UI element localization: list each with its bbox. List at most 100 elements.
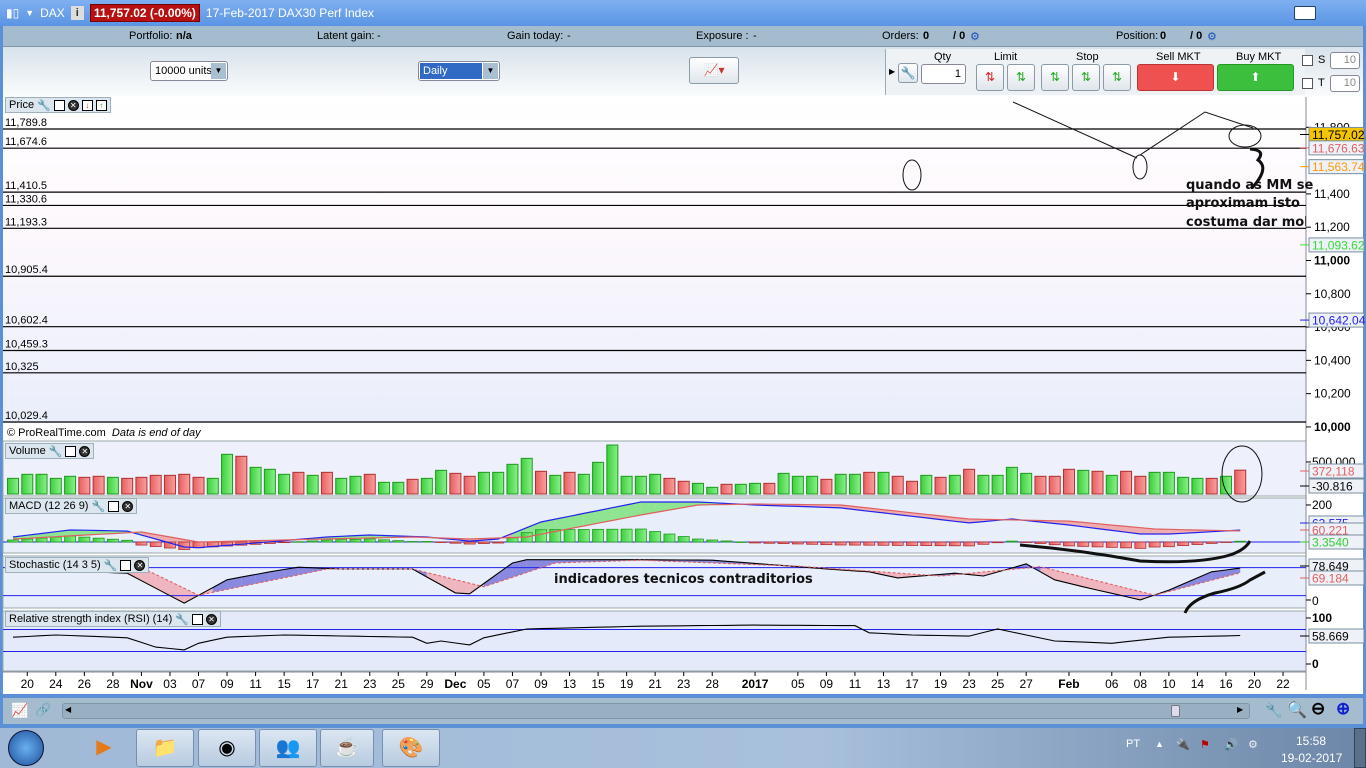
macd-histogram-bar xyxy=(877,541,890,546)
stop-button-3[interactable]: ⇅ xyxy=(1103,64,1131,91)
s-input[interactable]: 10 xyxy=(1330,52,1360,69)
language-indicator[interactable]: PT xyxy=(1126,738,1140,750)
show-desktop-button[interactable] xyxy=(1354,728,1366,768)
close-icon[interactable]: ✕ xyxy=(134,559,146,571)
rsi-panel-title: Relative strength index (RSI) (14) xyxy=(9,613,173,625)
wrench-settings-button[interactable]: 🔧 xyxy=(898,63,918,83)
price-level-label: 10,602.4 xyxy=(5,315,48,327)
wrench-icon[interactable]: 🔧 xyxy=(37,99,51,112)
volume-icon[interactable]: 🔊 xyxy=(1224,738,1238,751)
s-checkbox[interactable] xyxy=(1302,55,1313,66)
period-select-value: Daily xyxy=(420,63,482,79)
date-label: 21 xyxy=(335,677,349,691)
macd-histogram-bar xyxy=(1234,540,1247,543)
volume-bar xyxy=(1034,475,1047,495)
price-value-label: 10,642.04 xyxy=(1312,314,1366,328)
volume-bar xyxy=(1048,475,1061,495)
action-center-flag-icon[interactable]: ⚑ xyxy=(1200,738,1210,751)
volume-bar xyxy=(135,476,148,495)
period-select[interactable]: Daily ▼ xyxy=(418,61,500,81)
maximize-icon[interactable] xyxy=(108,500,120,512)
order-panel: ▶ 🔧 Qty 1 Limit ⇅ ⇅ Stop ⇅ ⇅ ⇅ Sell MKT … xyxy=(885,49,1305,95)
orders-gear-icon[interactable]: ⚙ xyxy=(970,30,980,43)
macd-histogram-bar xyxy=(649,531,662,543)
close-icon[interactable]: ✕ xyxy=(205,613,217,625)
volume-panel-header: Volume 🔧 ✕ xyxy=(5,443,95,459)
volume-bar xyxy=(35,473,48,495)
scrollbar-thumb[interactable] xyxy=(1171,705,1180,717)
stop-button-2[interactable]: ⇅ xyxy=(1072,64,1100,91)
dropdown-arrow-icon[interactable]: ▼ xyxy=(25,8,34,18)
candlestick-icon[interactable]: ▮▯ xyxy=(6,6,19,20)
messenger-icon[interactable]: 👥 xyxy=(259,729,317,767)
macd-histogram-bar xyxy=(692,538,704,543)
price-panel-title: Price xyxy=(9,99,35,111)
qty-input[interactable]: 1 xyxy=(921,64,966,84)
keyboard-icon[interactable] xyxy=(1294,6,1316,20)
chart-scrollbar[interactable]: ◀ ▶ xyxy=(62,703,1250,719)
show-hidden-icons[interactable]: ▲ xyxy=(1155,739,1164,749)
maximize-icon[interactable] xyxy=(120,559,132,571)
macd-histogram-bar xyxy=(906,541,918,546)
stop-button-1[interactable]: ⇅ xyxy=(1041,64,1069,91)
chart-canvas[interactable]: 11,789.8 11,674.6 11,410.511,330.6 11,193.3… xyxy=(0,96,1366,696)
macd-histogram-bar xyxy=(92,537,105,543)
info-icon[interactable]: i xyxy=(70,6,84,20)
macd-histogram-bar xyxy=(463,541,476,545)
arrow-up-icon[interactable]: ↑ xyxy=(95,99,107,111)
add-indicator-button[interactable]: 📈▾ xyxy=(689,57,739,84)
close-icon[interactable]: ✕ xyxy=(67,99,79,111)
paint-icon[interactable]: 🎨 xyxy=(382,729,440,767)
macd-histogram-bar xyxy=(306,540,319,543)
limit-buy-button[interactable]: ⇅ xyxy=(976,64,1004,91)
volume-bar xyxy=(263,468,276,495)
buy-market-button[interactable]: ⬆ xyxy=(1217,64,1294,91)
network-icon[interactable]: ⚙ xyxy=(1248,738,1258,751)
stochastic-tick-label: 0 xyxy=(1312,594,1319,608)
position-gear-icon[interactable]: ⚙ xyxy=(1207,30,1217,43)
chart-type-icon[interactable]: 📈 xyxy=(11,702,28,719)
chart-settings-icon[interactable]: 🔧 xyxy=(1265,702,1282,719)
price-badge: 11,757.02 (-0.00%) xyxy=(89,4,200,22)
maximize-icon[interactable] xyxy=(191,613,203,625)
sell-market-button[interactable]: ⬇ xyxy=(1137,64,1214,91)
start-button[interactable] xyxy=(8,730,44,766)
clock-date[interactable]: 19-02-2017 xyxy=(1281,751,1342,765)
macd-histogram-bar xyxy=(948,541,961,547)
maximize-icon[interactable] xyxy=(65,445,77,457)
volume-bar xyxy=(763,482,776,495)
arrow-down-icon[interactable]: ↓ xyxy=(81,99,93,111)
java-icon[interactable]: ☕ xyxy=(320,729,374,767)
wrench-icon[interactable]: 🔧 xyxy=(175,613,189,626)
stop-label: Stop xyxy=(1076,51,1099,63)
link-candles-icon[interactable]: 🔗 xyxy=(35,702,51,718)
power-icon[interactable]: 🔌 xyxy=(1176,738,1190,751)
units-select[interactable]: 10000 units ▼ xyxy=(150,61,228,81)
expand-arrow-icon[interactable]: ▶ xyxy=(889,67,895,76)
orders-value: 0 xyxy=(923,30,930,42)
wrench-icon[interactable]: 🔧 xyxy=(91,500,105,513)
chrome-icon[interactable]: ◉ xyxy=(198,729,256,767)
wrench-icon[interactable]: 🔧 xyxy=(49,445,63,458)
zoom-fit-icon[interactable]: 🔍 xyxy=(1287,700,1307,720)
clock-time[interactable]: 15:58 xyxy=(1296,734,1326,748)
volume-bar xyxy=(406,478,419,495)
zoom-out-icon[interactable]: ⊖ xyxy=(1311,699,1325,719)
close-icon[interactable]: ✕ xyxy=(79,445,91,457)
volume-bar xyxy=(677,480,690,495)
wrench-icon[interactable]: 🔧 xyxy=(104,559,118,572)
volume-bar xyxy=(963,468,976,495)
volume-bar xyxy=(92,475,105,495)
scroll-right-arrow-icon[interactable]: ▶ xyxy=(1237,705,1243,714)
t-checkbox[interactable] xyxy=(1302,78,1313,89)
media-player-icon[interactable]: ▶ xyxy=(75,729,133,767)
zoom-in-icon[interactable]: ⊕ xyxy=(1336,699,1350,719)
file-explorer-icon[interactable]: 📁 xyxy=(136,729,194,767)
maximize-icon[interactable] xyxy=(53,99,65,111)
close-icon[interactable]: ✕ xyxy=(122,500,134,512)
t-input[interactable]: 10 xyxy=(1330,75,1360,92)
symbol-name[interactable]: DAX xyxy=(40,6,65,20)
price-level-label: 11,410.5 xyxy=(5,180,47,192)
scroll-left-arrow-icon[interactable]: ◀ xyxy=(65,705,71,714)
limit-sell-button[interactable]: ⇅ xyxy=(1007,64,1035,91)
